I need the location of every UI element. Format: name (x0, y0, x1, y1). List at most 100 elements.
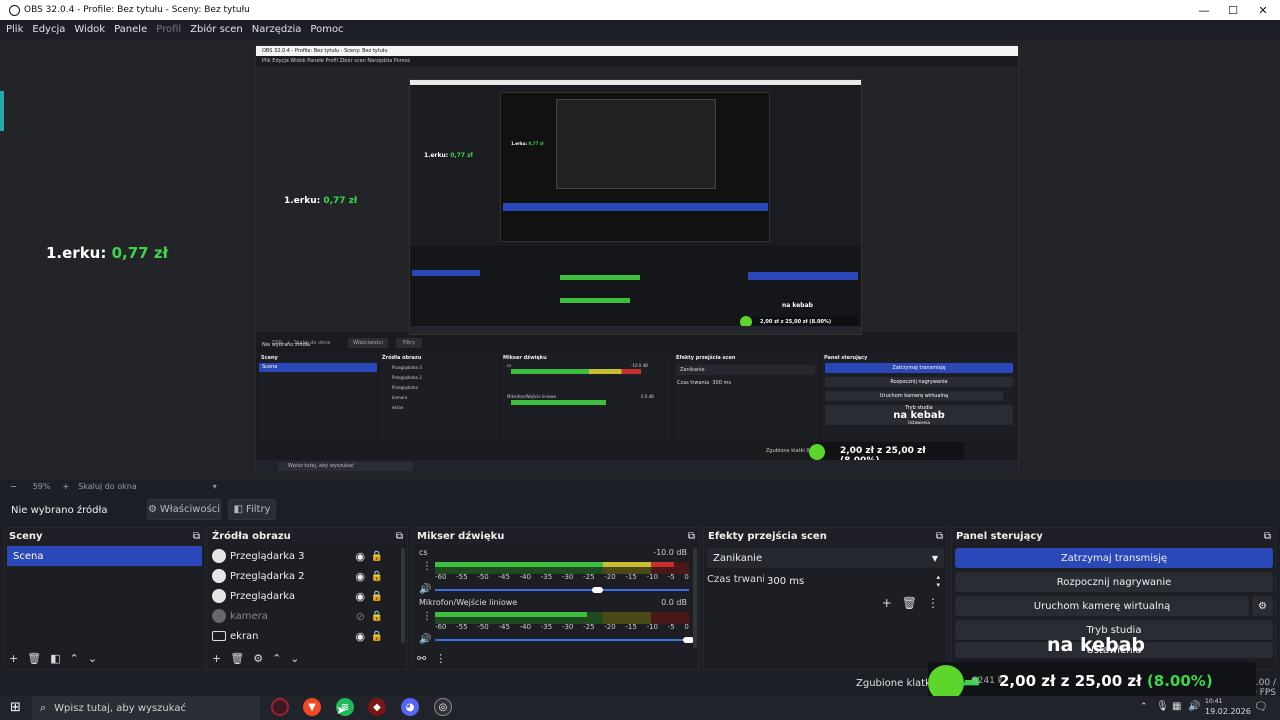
zoom-minus-button[interactable]: − (10, 482, 17, 491)
menu-item-3[interactable]: Panele (114, 24, 147, 35)
move-up-icon[interactable]: ⌃ (272, 652, 281, 665)
spinner-icon[interactable]: ▴ ▾ (936, 573, 940, 589)
close-button[interactable]: ✕ (1246, 0, 1280, 20)
move-up-icon[interactable]: ⌃ (70, 652, 79, 665)
more-icon[interactable]: ⋮ (435, 652, 446, 665)
chevron-down-icon[interactable]: ▾ (213, 482, 217, 491)
source-item[interactable]: Przeglądarka 2 ◉ 🔒 (208, 566, 391, 586)
mixer-dock-header: Mikser dźwięku ⧉ (413, 528, 699, 544)
scenes-dock: Sceny ⧉ Scena + 🗑 ◧ ⌃ ⌄ (4, 527, 205, 670)
volume-slider[interactable] (435, 589, 689, 591)
source-item[interactable]: kamera ⊘ 🔒 (208, 606, 391, 626)
start-recording-button[interactable]: Rozpocznij nagrywanie (955, 572, 1273, 592)
meter-tick: -60 (435, 573, 447, 581)
speaker-icon[interactable]: 🔊 (419, 634, 431, 645)
lock-icon[interactable]: 🔒 (371, 571, 383, 582)
move-down-icon[interactable]: ⌄ (290, 652, 299, 665)
gear-icon[interactable]: ⚙ (1252, 596, 1273, 616)
undock-icon[interactable]: ⧉ (193, 531, 200, 542)
undock-icon[interactable]: ⧉ (688, 531, 695, 542)
discord-icon[interactable]: ◕ (401, 698, 419, 716)
microphone-icon[interactable]: 🎙 (1156, 701, 1169, 712)
network-icon[interactable]: ▦ (1172, 701, 1181, 712)
browser-icon (212, 569, 226, 583)
source-label: Przeglądarka (230, 590, 295, 602)
meter-scale: -60 -55 -50 -45 -40 -35 -30 -25 -20 -15 -10 -5 0 (435, 623, 689, 631)
link-icon[interactable]: ⚯ (417, 652, 426, 665)
undock-icon[interactable]: ⧉ (396, 531, 403, 542)
properties-button[interactable]: ⚙ Właściwości (147, 499, 221, 520)
menu-item-7[interactable]: Pomoc (310, 24, 343, 35)
volume-slider[interactable] (435, 639, 689, 641)
preview-canvas[interactable]: 1.erku: 0,77 zł OBS 32.0.4 - Profile: Be… (0, 39, 1280, 480)
nested-sources-dock: Źródła obrazu Przeglądarka 3 Przeglądarka… (380, 353, 498, 441)
brave-icon[interactable]: ▼ (303, 698, 321, 716)
source-item[interactable]: Przeglądarka ◉ 🔒 (208, 586, 391, 606)
notification-icon[interactable]: 🗨 (1254, 700, 1268, 713)
more-icon[interactable]: ⋮ (927, 596, 939, 610)
visibility-eye-icon[interactable]: ◉ (355, 570, 365, 583)
menu-item-0[interactable]: Plik (6, 24, 23, 35)
trash-icon[interactable]: 🗑 (902, 596, 917, 610)
add-icon[interactable]: + (9, 652, 18, 665)
no-source-label: Nie wybrano źródła (11, 504, 108, 516)
visibility-eye-icon[interactable]: ⊘ (356, 610, 365, 623)
lock-icon[interactable]: 🔒 (371, 551, 383, 562)
filter-icon[interactable]: ◧ (50, 652, 60, 665)
nested-level2: 1.erku: 0,77 zł 1.erku: 0,77 zł na kebab… (409, 79, 862, 335)
speaker-icon[interactable]: 🔊 (419, 584, 431, 595)
tray-chevron-icon[interactable]: ⌃ (1140, 702, 1148, 712)
windows-start-icon[interactable]: ⊞ (10, 700, 21, 715)
preview-edge-marker (0, 91, 4, 131)
scene-item[interactable]: Scena (7, 546, 202, 566)
clock-time[interactable]: 10:41 (1205, 698, 1222, 705)
clock-date[interactable]: 19.02.2026 (1205, 707, 1251, 716)
filters-button[interactable]: ◧ Filtry (228, 499, 276, 520)
source-item[interactable]: Przeglądarka 3 ◉ 🔒 (208, 546, 391, 566)
scenes-title: Sceny (9, 530, 43, 542)
nested-menu: Plik Edycja Widok Panele Profil Zbiór sc… (262, 58, 411, 64)
duration-spinbox[interactable]: 300 ms ▴ ▾ (764, 571, 944, 591)
transition-select[interactable]: Zanikanie ▼ (707, 548, 944, 568)
maximize-button[interactable]: ☐ (1216, 0, 1250, 20)
stop-stream-button[interactable]: Zatrzymaj transmisję (955, 548, 1273, 568)
taskbar-search[interactable]: ⌕ Wpisz tutaj, aby wyszukać (32, 696, 260, 720)
menu-item-6[interactable]: Narzędzia (252, 24, 302, 35)
trash-icon[interactable]: 🗑 (27, 652, 41, 665)
channel-menu-icon[interactable]: ⋮ (422, 561, 432, 572)
volume-slider-knob[interactable] (592, 587, 603, 593)
undock-icon[interactable]: ⧉ (1264, 531, 1271, 542)
shield-app-icon[interactable]: ◆ (368, 698, 386, 716)
nested-dropped: Zgubione klatki 0 (766, 448, 810, 454)
obs-taskbar-icon[interactable]: ◎ (434, 698, 452, 716)
lock-icon[interactable]: 🔒 (371, 591, 383, 602)
zoom-plus-button[interactable]: + (62, 482, 69, 491)
mixer-scrollbar[interactable] (693, 548, 697, 648)
trash-icon[interactable]: 🗑 (230, 652, 244, 665)
lock-icon[interactable]: 🔒 (371, 611, 383, 622)
menu-item-2[interactable]: Widok (74, 24, 105, 35)
nested-controls-dock: Panel sterujący Zatrzymaj transmisję Roz… (822, 353, 1016, 441)
add-icon[interactable]: + (212, 652, 221, 665)
visibility-eye-icon[interactable]: ◉ (355, 590, 365, 603)
scale-fit-dropdown[interactable]: Skaluj do okna (78, 482, 137, 491)
channel-menu-icon[interactable]: ⋮ (422, 611, 432, 622)
visibility-eye-icon[interactable]: ◉ (355, 630, 365, 643)
undock-icon[interactable]: ⧉ (936, 531, 943, 542)
sources-scrollbar[interactable] (401, 548, 405, 643)
add-icon[interactable]: + (882, 596, 892, 610)
sources-title: Źródła obrazu (212, 530, 291, 542)
gear-icon[interactable]: ⚙ (253, 652, 263, 665)
menu-item-5[interactable]: Zbiór scen (190, 24, 243, 35)
lock-icon[interactable]: 🔒 (371, 631, 383, 642)
controls-title: Panel sterujący (956, 530, 1043, 542)
visibility-eye-icon[interactable]: ◉ (355, 550, 365, 563)
menu-item-4[interactable]: Profil (156, 24, 181, 35)
menu-item-1[interactable]: Edycja (32, 24, 65, 35)
nested-taskbar: Wpisz tutaj, aby wyszukać (256, 460, 1018, 473)
virtual-camera-button[interactable]: Uruchom kamerę wirtualną (955, 596, 1249, 616)
source-item[interactable]: ekran ◉ 🔒 (208, 626, 391, 646)
move-down-icon[interactable]: ⌄ (88, 652, 97, 665)
opera-icon[interactable] (271, 698, 289, 716)
volume-icon[interactable]: 🔊 (1188, 701, 1200, 712)
